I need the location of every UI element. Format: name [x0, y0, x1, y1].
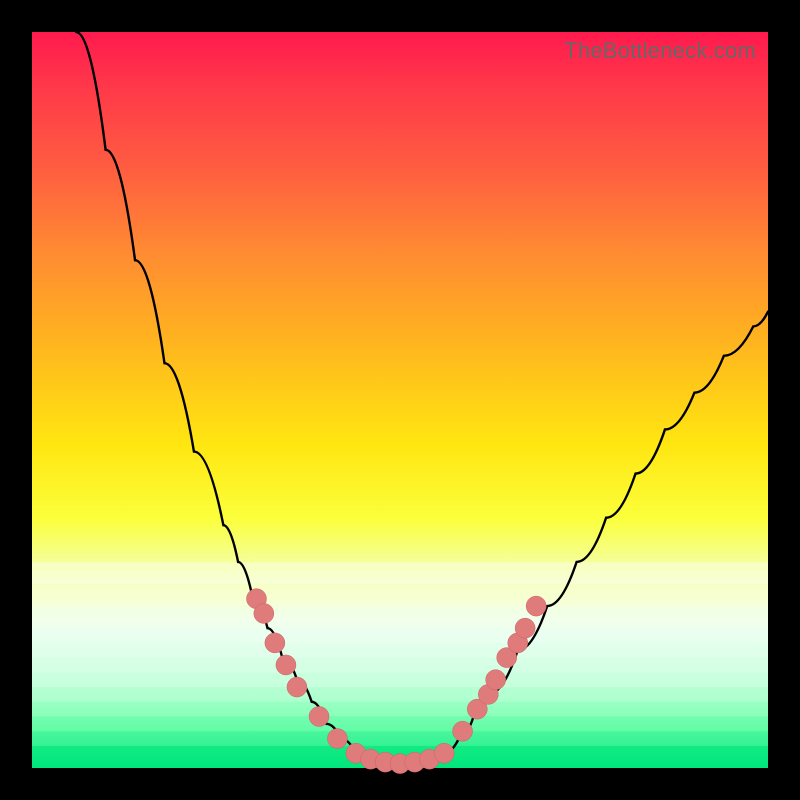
data-marker — [526, 596, 546, 616]
plot-area: TheBottleneck.com — [32, 32, 768, 768]
data-marker — [287, 677, 307, 697]
gradient-band — [32, 731, 768, 746]
data-marker — [327, 729, 347, 749]
gradient-band — [32, 658, 768, 673]
gradient-band — [32, 562, 768, 584]
data-marker — [434, 743, 454, 763]
data-marker — [276, 655, 296, 675]
chart-frame: TheBottleneck.com — [0, 0, 800, 800]
data-marker — [254, 603, 274, 623]
gradient-band — [32, 643, 768, 658]
data-marker — [515, 618, 535, 638]
gradient-band — [32, 716, 768, 731]
data-marker — [486, 670, 506, 690]
gradient-band — [32, 584, 768, 606]
gradient-band — [32, 672, 768, 687]
gradient-band — [32, 702, 768, 717]
gradient-band — [32, 628, 768, 643]
chart-svg — [32, 32, 768, 768]
data-marker — [309, 706, 329, 726]
data-marker — [265, 633, 285, 653]
data-marker — [453, 721, 473, 741]
gradient-band — [32, 687, 768, 702]
gradient-band — [32, 606, 768, 628]
